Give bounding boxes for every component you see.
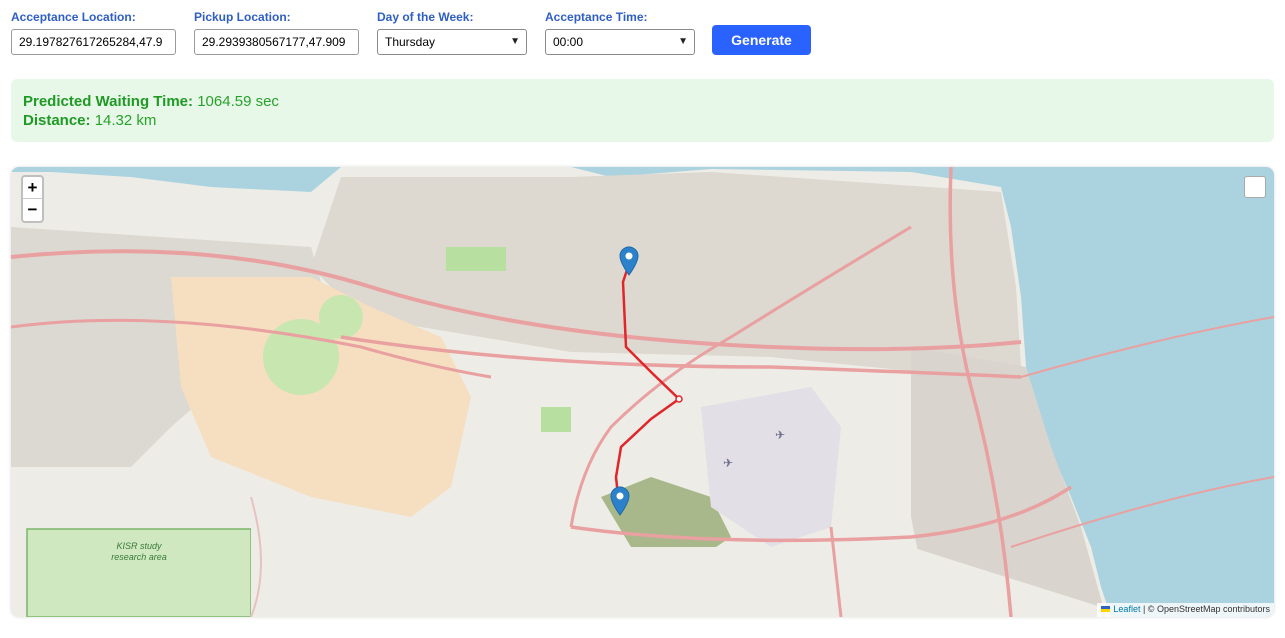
map-tiles: ✈ ✈ <box>11 167 1274 617</box>
map-view[interactable]: ✈ ✈ KISR study research area + − Leaflet… <box>11 167 1274 617</box>
waiting-time-value: 1064.59 sec <box>197 93 279 110</box>
attribution-text: | © OpenStreetMap contributors <box>1142 604 1270 614</box>
fullscreen-button[interactable] <box>1244 176 1266 198</box>
day-of-week-label: Day of the Week: <box>377 10 474 24</box>
leaflet-link[interactable]: Leaflet <box>1113 604 1140 614</box>
sea-area-west <box>11 167 341 192</box>
pickup-location-input[interactable]: 29.2939380567177,47.909 <box>194 29 359 55</box>
day-of-week-select[interactable]: Thursday ▼ <box>377 29 527 55</box>
green-patch <box>319 295 363 339</box>
airport-icon: ✈ <box>775 428 785 442</box>
acceptance-time-field: Acceptance Time: 00:00 ▼ <box>545 10 695 55</box>
waiting-time-row: Predicted Waiting Time: 1064.59 sec <box>23 92 1262 111</box>
kisr-label: KISR study research area <box>111 541 167 562</box>
acceptance-time-label: Acceptance Time: <box>545 10 648 24</box>
acceptance-time-select[interactable]: 00:00 ▼ <box>545 29 695 55</box>
zoom-in-button[interactable]: + <box>23 177 42 199</box>
generate-button[interactable]: Generate <box>712 25 811 55</box>
acceptance-location-field: Acceptance Location: 29.197827617265284,… <box>11 10 176 55</box>
distance-value: 14.32 km <box>94 112 157 129</box>
prediction-result-panel: Predicted Waiting Time: 1064.59 sec Dist… <box>11 79 1274 142</box>
distance-row: Distance: 14.32 km <box>23 111 1262 130</box>
map-attribution: Leaflet | © OpenStreetMap contributors <box>1097 603 1274 617</box>
pickup-location-field: Pickup Location: 29.2939380567177,47.909 <box>194 10 359 55</box>
pickup-location-label: Pickup Location: <box>194 10 291 24</box>
ukraine-flag-icon <box>1101 606 1111 612</box>
acceptance-location-label: Acceptance Location: <box>11 10 136 24</box>
controls-bar: Acceptance Location: 29.197827617265284,… <box>0 0 1285 70</box>
green-patch <box>541 407 571 432</box>
zoom-control: + − <box>21 175 44 223</box>
day-of-week-field: Day of the Week: Thursday ▼ <box>377 10 527 55</box>
green-patch <box>446 247 506 271</box>
zoom-out-button[interactable]: − <box>23 199 42 221</box>
distance-label: Distance: <box>23 112 91 129</box>
waiting-time-label: Predicted Waiting Time: <box>23 93 194 110</box>
route-waypoint <box>675 395 683 403</box>
chevron-down-icon: ▼ <box>510 36 520 47</box>
airport-icon: ✈ <box>723 456 733 470</box>
day-of-week-value: Thursday <box>385 35 436 49</box>
acceptance-location-input[interactable]: 29.197827617265284,47.9 <box>11 29 176 55</box>
chevron-down-icon: ▼ <box>678 36 688 47</box>
acceptance-time-value: 00:00 <box>553 35 584 49</box>
